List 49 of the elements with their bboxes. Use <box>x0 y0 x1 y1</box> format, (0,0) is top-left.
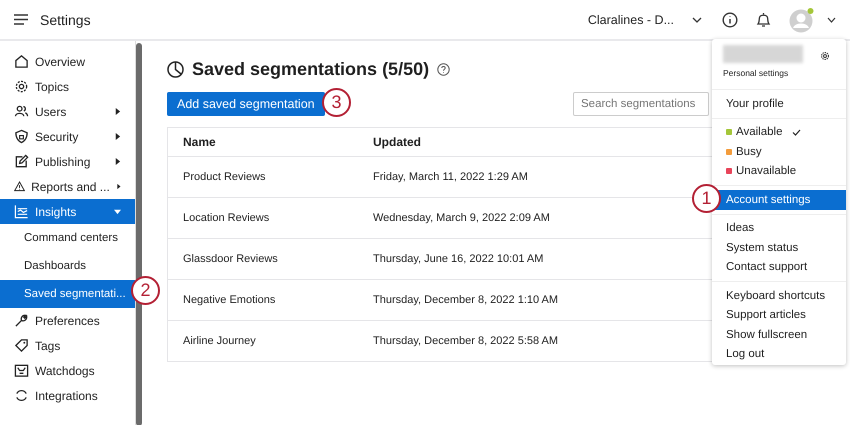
table-cell: Location Reviews <box>168 198 358 238</box>
gear-icon <box>14 79 29 94</box>
sidebar-item[interactable]: Users <box>0 99 135 124</box>
menu-item[interactable]: Your profile <box>712 94 846 114</box>
chevron-down-icon[interactable] <box>827 16 836 22</box>
sidebar-item[interactable]: Topics <box>0 74 135 99</box>
home-icon <box>14 54 29 69</box>
sidebar-subitem[interactable]: Command centers <box>0 224 135 252</box>
sidebar-item[interactable]: Overview <box>0 49 135 74</box>
chart-icon <box>14 204 29 219</box>
table-cell: Airline Journey <box>168 320 358 362</box>
sidebar-item[interactable]: Preferences <box>0 308 135 333</box>
sync-icon <box>14 388 29 403</box>
pie-chart-icon <box>167 61 184 78</box>
column-header: Name <box>168 128 358 156</box>
menu-item[interactable]: Ideas <box>712 218 846 238</box>
edit-icon <box>14 154 29 169</box>
personal-settings-label: Personal settings <box>723 68 790 78</box>
search-field[interactable]: Search segmentations <box>573 92 709 116</box>
sidebar-item[interactable]: Publishing <box>0 149 135 174</box>
sidebar-item[interactable]: Integrations <box>0 383 135 408</box>
shield-icon <box>14 129 29 144</box>
table-cell: Negative Emotions <box>168 280 358 320</box>
sidebar-item[interactable]: Reports and ... <box>0 174 135 199</box>
table-cell: Glassdoor Reviews <box>168 238 358 280</box>
step-number: 3 <box>322 88 351 117</box>
check-icon <box>792 128 802 136</box>
table-cell: Product Reviews <box>168 156 358 198</box>
bell-icon[interactable] <box>756 12 771 28</box>
section-title: Saved segmentations (5/50) <box>192 59 430 80</box>
settings-icon[interactable] <box>820 51 830 61</box>
users-icon <box>14 104 29 119</box>
sidebar-item[interactable]: Security <box>0 124 135 149</box>
info-icon[interactable] <box>722 12 738 28</box>
sidebar-item[interactable]: Watchdogs <box>0 358 135 383</box>
step-number: 2 <box>131 276 160 305</box>
wrench-icon <box>14 313 29 328</box>
add-segmentation-button[interactable]: Add saved segmentation <box>167 92 325 116</box>
scrollbar[interactable] <box>136 43 142 425</box>
sidebar-item[interactable]: Insights <box>0 199 135 224</box>
sidebar-item[interactable]: Tags <box>0 333 135 358</box>
help-icon[interactable] <box>437 63 450 76</box>
sidebar-subitem[interactable]: Saved segmentati... <box>0 280 135 308</box>
menu-icon[interactable] <box>14 14 28 25</box>
tag-icon <box>14 338 29 353</box>
warning-icon <box>14 179 26 194</box>
page-title: Settings <box>40 12 92 28</box>
account-selector[interactable]: Claralines - D... <box>588 12 702 26</box>
chevron-down-icon <box>692 16 702 22</box>
